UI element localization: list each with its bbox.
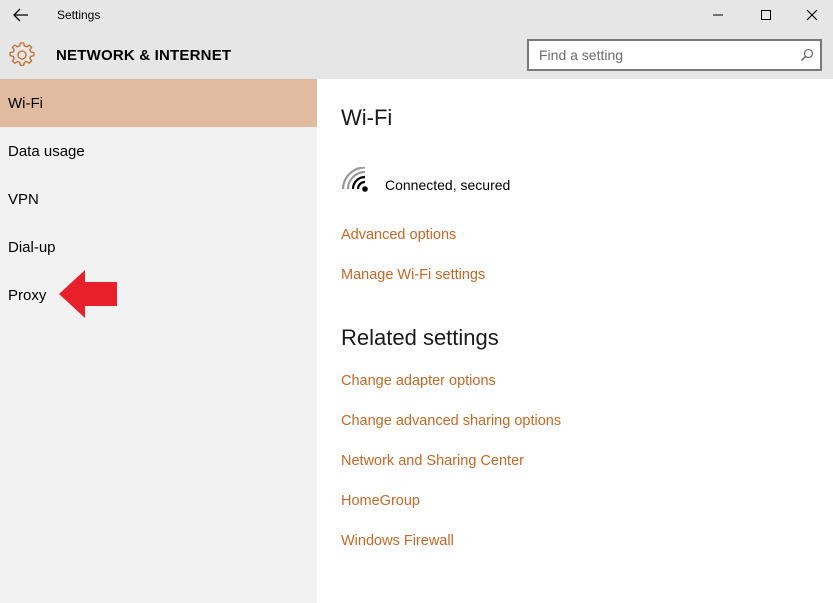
minimize-icon: [713, 14, 723, 16]
sidebar-item-label: Dial-up: [8, 238, 56, 256]
homegroup-link[interactable]: HomeGroup: [341, 493, 420, 509]
red-arrow-annotation-icon: [59, 270, 117, 318]
sidebar: Wi-Fi Data usage VPN Dial-up Proxy: [0, 79, 317, 603]
app-title: Settings: [57, 8, 101, 22]
sidebar-item-wifi[interactable]: Wi-Fi: [0, 79, 317, 127]
change-adapter-options-link[interactable]: Change adapter options: [341, 373, 496, 389]
sidebar-item-label: VPN: [8, 190, 39, 208]
advanced-options-link[interactable]: Advanced options: [341, 227, 456, 243]
back-arrow-icon: [13, 8, 28, 22]
related-settings-heading: Related settings: [341, 325, 499, 350]
sidebar-item-data-usage[interactable]: Data usage: [0, 127, 317, 175]
page-title: Wi-Fi: [341, 105, 393, 130]
close-icon: [806, 9, 818, 21]
page-header: NETWORK & INTERNET: [0, 32, 833, 79]
wifi-signal-icon: [341, 167, 368, 192]
sidebar-item-vpn[interactable]: VPN: [0, 175, 317, 223]
maximize-icon: [761, 10, 771, 20]
title-bar: Settings: [0, 0, 833, 32]
connection-status: Connected, secured: [385, 177, 511, 193]
sidebar-item-label: Proxy: [8, 286, 47, 304]
sidebar-item-label: Wi-Fi: [8, 94, 43, 112]
sidebar-item-dial-up[interactable]: Dial-up: [0, 223, 317, 271]
main-content: Wi-Fi Connected, secured Advanced option…: [317, 79, 833, 603]
network-and-sharing-center-link[interactable]: Network and Sharing Center: [341, 453, 524, 469]
search-icon[interactable]: [800, 48, 814, 62]
sidebar-item-proxy[interactable]: Proxy: [0, 271, 317, 319]
search-input[interactable]: [529, 41, 794, 69]
gear-icon: [9, 42, 35, 66]
change-advanced-sharing-options-link[interactable]: Change advanced sharing options: [341, 413, 561, 429]
section-title: NETWORK & INTERNET: [56, 47, 232, 64]
close-button[interactable]: [789, 0, 833, 30]
search-box[interactable]: [527, 39, 822, 71]
manage-wifi-settings-link[interactable]: Manage Wi-Fi settings: [341, 267, 485, 283]
sidebar-item-label: Data usage: [8, 142, 85, 160]
windows-firewall-link[interactable]: Windows Firewall: [341, 533, 454, 549]
wifi-connection[interactable]: Connected, secured: [341, 167, 510, 197]
minimize-button[interactable]: [695, 0, 741, 30]
back-button[interactable]: [6, 2, 36, 28]
maximize-button[interactable]: [743, 0, 789, 30]
